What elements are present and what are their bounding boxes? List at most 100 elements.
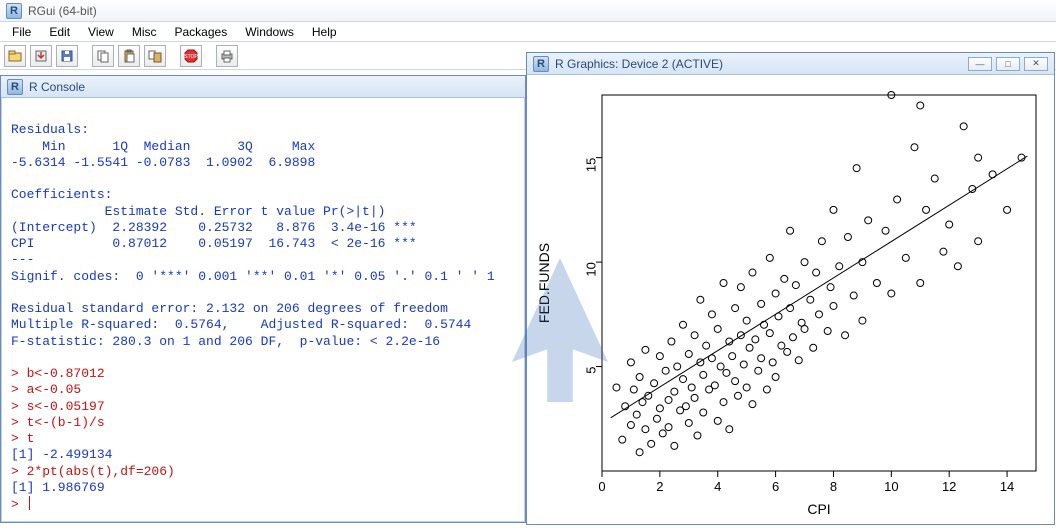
menu-edit[interactable]: Edit — [41, 23, 78, 41]
fit-line — [611, 156, 1028, 418]
data-point — [717, 363, 724, 370]
data-point — [674, 363, 681, 370]
console-window: R R Console Residuals: Min 1Q Median 3Q … — [0, 75, 526, 523]
data-point — [729, 353, 736, 360]
tool-open-icon[interactable] — [4, 45, 26, 67]
console-line: Min 1Q Median 3Q Max — [11, 139, 515, 155]
console-line: > b<-0.87012 — [11, 366, 515, 382]
data-point — [850, 292, 857, 299]
close-button[interactable]: ✕ — [1024, 57, 1048, 71]
data-point — [792, 282, 799, 289]
console-line: > t<-(b-1)/s — [11, 415, 515, 431]
data-point — [743, 317, 750, 324]
data-point — [656, 405, 663, 412]
data-point — [954, 263, 961, 270]
data-point — [691, 394, 698, 401]
data-point — [723, 369, 730, 376]
data-point — [619, 436, 626, 443]
data-point — [697, 296, 704, 303]
tool-copy-icon[interactable] — [92, 45, 114, 67]
tool-loadws-icon[interactable] — [30, 45, 52, 67]
data-point — [665, 424, 672, 431]
data-point — [807, 296, 814, 303]
data-point — [734, 392, 741, 399]
maximize-button[interactable]: □ — [996, 57, 1020, 71]
data-point — [795, 357, 802, 364]
data-point — [758, 300, 765, 307]
menu-bar: File Edit View Misc Packages Windows Hel… — [0, 22, 1056, 42]
data-point — [778, 342, 785, 349]
data-point — [633, 411, 640, 418]
tool-save-icon[interactable] — [56, 45, 78, 67]
y-axis-label: FED.FUNDS — [536, 243, 552, 323]
graphics-titlebar[interactable]: R R Graphics: Device 2 (ACTIVE) — □ ✕ — [527, 53, 1054, 75]
menu-packages[interactable]: Packages — [167, 23, 236, 41]
data-point — [636, 449, 643, 456]
data-point — [917, 102, 924, 109]
console-prompt[interactable]: > — [11, 496, 515, 513]
r-logo-icon: R — [7, 79, 23, 95]
data-point — [613, 384, 620, 391]
menu-misc[interactable]: Misc — [124, 23, 165, 41]
data-point — [911, 144, 918, 151]
data-point — [853, 165, 860, 172]
x-tick-label: 14 — [1000, 479, 1014, 494]
data-point — [630, 386, 637, 393]
data-point — [720, 399, 727, 406]
menu-view[interactable]: View — [80, 23, 122, 41]
console-line: > t — [11, 431, 515, 447]
console-body[interactable]: Residuals: Min 1Q Median 3Q Max -5.6314 … — [1, 98, 525, 522]
data-point — [700, 371, 707, 378]
data-point — [691, 332, 698, 339]
mdi-workspace: R R Console Residuals: Min 1Q Median 3Q … — [0, 70, 1056, 525]
menu-help[interactable]: Help — [304, 23, 345, 41]
data-point — [682, 403, 689, 410]
data-point — [772, 374, 779, 381]
data-point — [737, 284, 744, 291]
tool-copypaste-icon[interactable] — [144, 45, 166, 67]
x-tick-label: 8 — [830, 479, 837, 494]
console-titlebar[interactable]: R R Console — [1, 76, 525, 98]
console-line: Residual standard error: 2.132 on 206 de… — [11, 301, 515, 317]
data-point — [784, 348, 791, 355]
graphics-window: R R Graphics: Device 2 (ACTIVE) — □ ✕ 02… — [526, 52, 1055, 525]
data-point — [680, 376, 687, 383]
console-line: Signif. codes: 0 '***' 0.001 '**' 0.01 '… — [11, 269, 515, 285]
menu-file[interactable]: File — [4, 23, 39, 41]
data-point — [671, 442, 678, 449]
data-point — [743, 384, 750, 391]
data-point — [656, 353, 663, 360]
data-point — [703, 342, 710, 349]
data-point — [752, 336, 759, 343]
console-line — [11, 171, 515, 187]
tool-paste-icon[interactable] — [118, 45, 140, 67]
tool-print-icon[interactable] — [216, 45, 238, 67]
data-point — [960, 123, 967, 130]
app-titlebar: R RGui (64-bit) — [0, 0, 1056, 22]
menu-windows[interactable]: Windows — [237, 23, 302, 41]
data-point — [685, 419, 692, 426]
data-point — [642, 346, 649, 353]
data-point — [766, 254, 773, 261]
data-point — [761, 321, 768, 328]
r-logo-icon: R — [6, 3, 22, 19]
data-point — [801, 325, 808, 332]
console-line: > 2*pt(abs(t),df=206) — [11, 464, 515, 480]
data-point — [894, 196, 901, 203]
data-point — [1004, 206, 1011, 213]
data-point — [816, 311, 823, 318]
data-point — [653, 415, 660, 422]
data-point — [651, 380, 658, 387]
console-line: (Intercept) 2.28392 0.25732 8.876 3.4e-1… — [11, 220, 515, 236]
console-line — [11, 106, 515, 122]
data-point — [824, 328, 831, 335]
data-point — [827, 284, 834, 291]
data-point — [627, 359, 634, 366]
data-point — [844, 234, 851, 241]
tool-stop-icon[interactable]: STOP — [180, 45, 202, 67]
minimize-button[interactable]: — — [968, 57, 992, 71]
data-point — [888, 290, 895, 297]
data-point — [772, 290, 779, 297]
data-point — [830, 302, 837, 309]
data-point — [859, 317, 866, 324]
